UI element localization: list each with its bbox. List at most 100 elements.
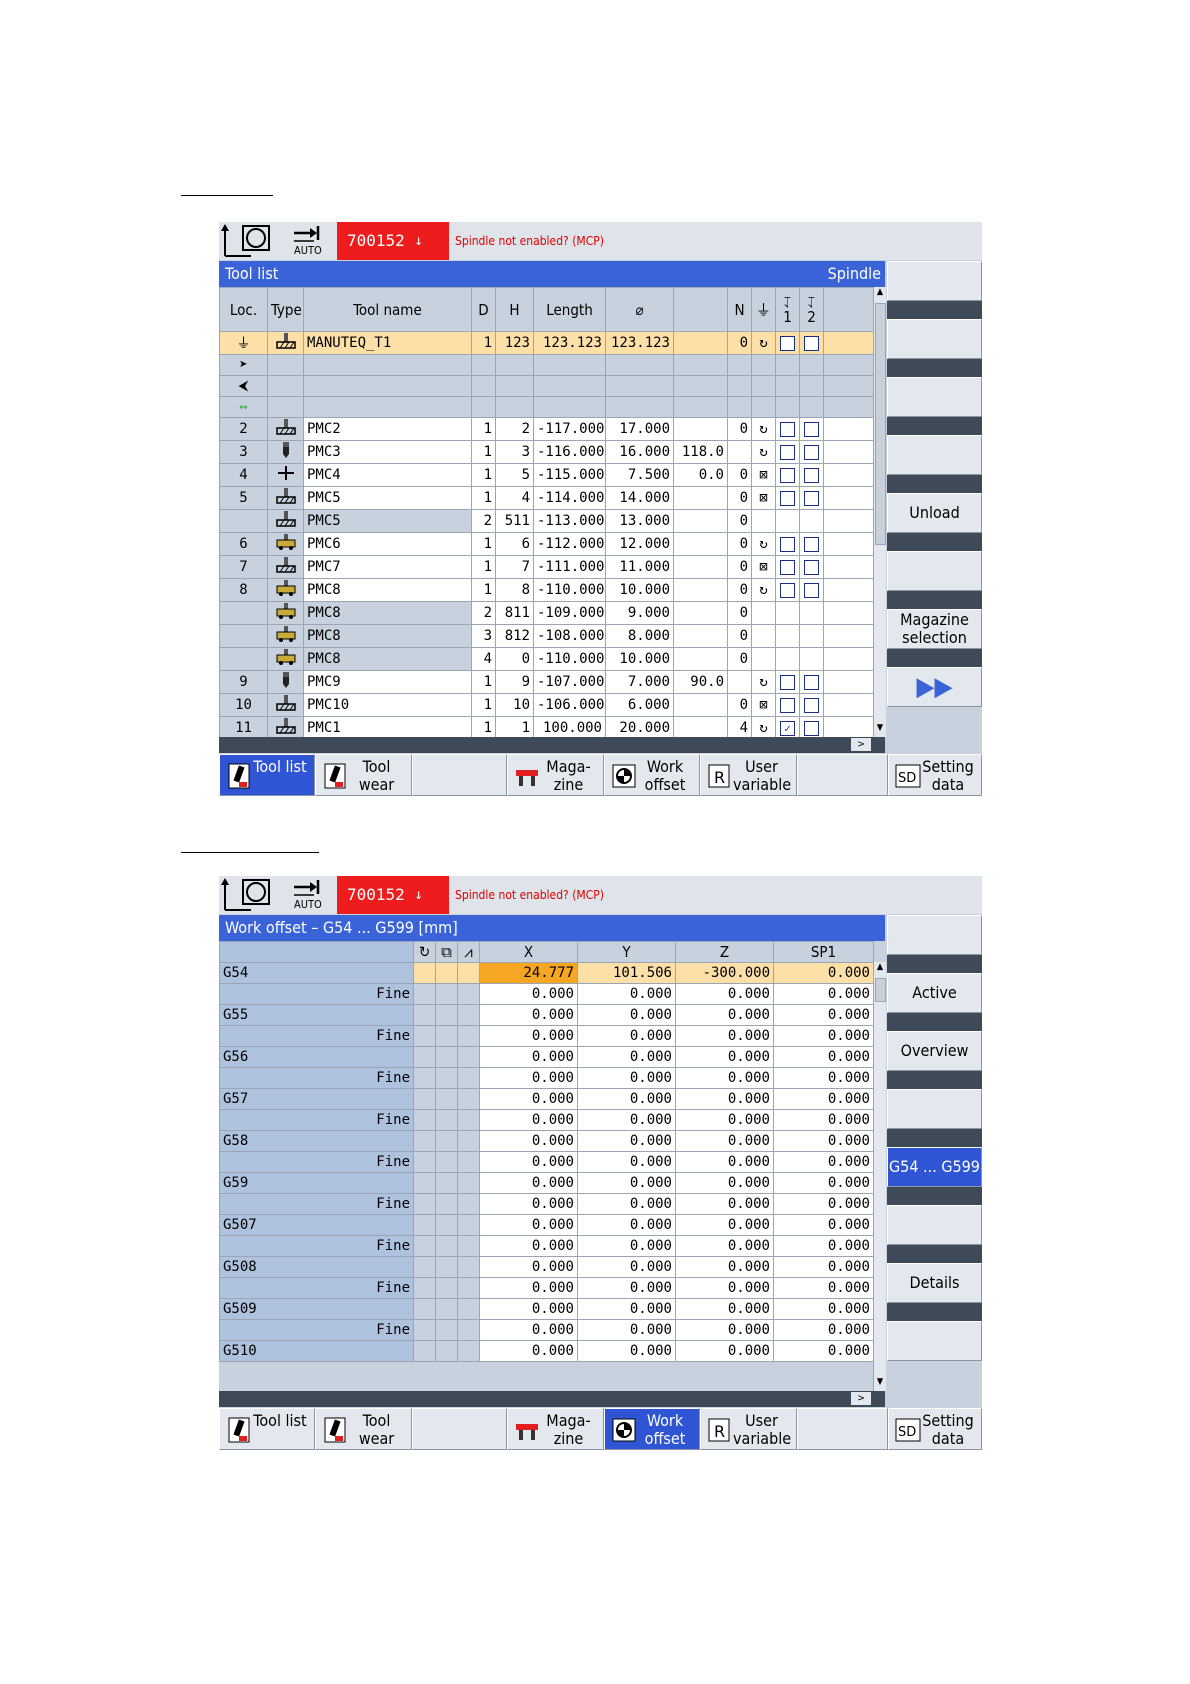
offset-row[interactable]: G56 0.000 0.000 0.000 0.000 [219, 1046, 874, 1068]
checkbox-2[interactable] [804, 674, 819, 690]
x-value[interactable]: 0.000 [479, 1277, 578, 1299]
horizontal-softkey-1[interactable]: Tool list [219, 754, 315, 796]
x-value[interactable]: 0.000 [479, 1319, 578, 1341]
y-value[interactable]: 0.000 [577, 1067, 676, 1089]
sp1-value[interactable]: 0.000 [773, 1067, 874, 1089]
tool-row[interactable]: 6 PMC6 1 6 -112.000 12.000 0 ↻ [219, 532, 874, 556]
work-offset-hscroll[interactable]: > [219, 1391, 885, 1407]
z-value[interactable]: 0.000 [675, 1130, 774, 1152]
y-value[interactable]: 0.000 [577, 1277, 676, 1299]
vertical-softkey-2[interactable] [887, 319, 982, 359]
sp1-value[interactable]: 0.000 [773, 1277, 874, 1299]
z-value[interactable]: 0.000 [675, 1109, 774, 1131]
z-value[interactable]: 0.000 [675, 1298, 774, 1320]
x-value[interactable]: 0.000 [479, 1214, 578, 1236]
sp1-value[interactable]: 0.000 [773, 1298, 874, 1320]
x-value[interactable]: 0.000 [479, 1130, 578, 1152]
checkbox-1[interactable] [780, 421, 795, 437]
horizontal-softkey-7[interactable] [797, 1408, 888, 1450]
y-value[interactable]: 0.000 [577, 1088, 676, 1110]
sp1-value[interactable]: 0.000 [773, 1151, 874, 1173]
checkbox-2[interactable] [804, 421, 819, 437]
x-value[interactable]: 0.000 [479, 983, 578, 1005]
y-value[interactable]: 0.000 [577, 1193, 676, 1215]
y-value[interactable]: 0.000 [577, 1151, 676, 1173]
z-value[interactable]: 0.000 [675, 1235, 774, 1257]
fine-row[interactable]: Fine 0.000 0.000 0.000 0.000 [219, 1319, 874, 1341]
checkbox-1[interactable] [780, 335, 795, 351]
tool-row[interactable]: 9 PMC9 1 9 -107.000 7.000 90.0 ↻ [219, 670, 874, 694]
sp1-value[interactable]: 0.000 [773, 1214, 874, 1236]
offset-row[interactable]: G510 0.000 0.000 0.000 0.000 [219, 1340, 874, 1362]
sp1-value[interactable]: 0.000 [773, 1046, 874, 1068]
y-value[interactable]: 0.000 [577, 1319, 676, 1341]
checkbox-1[interactable] [780, 444, 795, 460]
checkbox-1[interactable] [780, 559, 795, 575]
x-value[interactable]: 24.777 [479, 962, 578, 984]
checkbox-2[interactable] [804, 444, 819, 460]
horizontal-softkey-4[interactable]: Maga- zine [507, 1408, 604, 1450]
y-value[interactable]: 0.000 [577, 1109, 676, 1131]
y-value[interactable]: 0.000 [577, 1340, 676, 1362]
offset-row[interactable]: G54 24.777 101.506 -300.000 0.000 [219, 962, 874, 984]
offset-row[interactable]: G55 0.000 0.000 0.000 0.000 [219, 1004, 874, 1026]
z-value[interactable]: 0.000 [675, 1193, 774, 1215]
horizontal-softkey-6[interactable]: R User variable [700, 1408, 797, 1450]
x-value[interactable]: 0.000 [479, 1172, 578, 1194]
checkbox-1[interactable] [780, 536, 795, 552]
checkbox-1[interactable] [780, 697, 795, 713]
z-value[interactable]: 0.000 [675, 1004, 774, 1026]
fine-row[interactable]: Fine 0.000 0.000 0.000 0.000 [219, 1277, 874, 1299]
checkbox-1[interactable] [780, 674, 795, 690]
sp1-value[interactable]: 0.000 [773, 1319, 874, 1341]
tool-list-hscroll[interactable]: > [219, 737, 885, 753]
alarm-number-2[interactable]: 700152 ↓ [337, 876, 449, 914]
z-value[interactable]: 0.000 [675, 1340, 774, 1362]
z-value[interactable]: 0.000 [675, 1046, 774, 1068]
z-value[interactable]: 0.000 [675, 1025, 774, 1047]
sp1-value[interactable]: 0.000 [773, 1004, 874, 1026]
x-value[interactable]: 0.000 [479, 1025, 578, 1047]
tool-list-vscroll[interactable]: ▲ ▼ [873, 287, 886, 737]
y-value[interactable]: 0.000 [577, 1025, 676, 1047]
offset-row[interactable]: G508 0.000 0.000 0.000 0.000 [219, 1256, 874, 1278]
sp1-value[interactable]: 0.000 [773, 1109, 874, 1131]
vertical-softkey-4[interactable] [887, 1089, 982, 1129]
offset-row[interactable]: G58 0.000 0.000 0.000 0.000 [219, 1130, 874, 1152]
vertical-softkey-6[interactable] [887, 1205, 982, 1245]
horizontal-softkey-2[interactable]: Tool wear [315, 754, 412, 796]
tool-row[interactable]: 10 PMC10 1 10 -106.000 6.000 0 ⊠ [219, 693, 874, 717]
horizontal-softkey-8[interactable]: SD Setting data [888, 1408, 982, 1450]
z-value[interactable]: 0.000 [675, 1319, 774, 1341]
vscroll-thumb[interactable] [875, 303, 886, 545]
tool-row[interactable]: 7 PMC7 1 7 -111.000 11.000 0 ⊠ [219, 555, 874, 579]
x-value[interactable]: 0.000 [479, 1193, 578, 1215]
checkbox-2[interactable] [804, 490, 819, 506]
x-value[interactable]: 0.000 [479, 1298, 578, 1320]
y-value[interactable]: 101.506 [577, 962, 676, 984]
horizontal-softkey-6[interactable]: R User variable [700, 754, 797, 796]
vertical-softkey-8[interactable]: ▶▶ [887, 667, 982, 707]
tool-row[interactable]: 2 PMC2 1 2 -117.000 17.000 0 ↻ [219, 417, 874, 441]
horizontal-softkey-3[interactable] [412, 754, 507, 796]
horizontal-softkey-5[interactable]: Work offset [604, 1408, 700, 1450]
hscroll-right-icon[interactable]: > [851, 738, 871, 751]
work-offset-vscroll[interactable]: ▲ ▼ [873, 962, 886, 1391]
x-value[interactable]: 0.000 [479, 1235, 578, 1257]
vertical-softkey-8[interactable] [887, 1321, 982, 1361]
sp1-value[interactable]: 0.000 [773, 1340, 874, 1362]
checkbox-1[interactable] [780, 490, 795, 506]
z-value[interactable]: 0.000 [675, 1256, 774, 1278]
z-value[interactable]: 0.000 [675, 1151, 774, 1173]
vertical-softkey-7[interactable]: Magazine selection [887, 609, 982, 649]
tool-row[interactable]: ↔ [219, 396, 874, 418]
tool-row[interactable]: PMC8 4 0 -110.000 10.000 0 [219, 647, 874, 671]
vertical-softkey-4[interactable] [887, 435, 982, 475]
vertical-softkey-5[interactable]: G54 ... G599 [887, 1147, 982, 1187]
z-value[interactable]: 0.000 [675, 1277, 774, 1299]
tool-row[interactable]: PMC8 3 812 -108.000 8.000 0 [219, 624, 874, 648]
fine-row[interactable]: Fine 0.000 0.000 0.000 0.000 [219, 983, 874, 1005]
checkbox-2[interactable] [804, 720, 819, 736]
vscroll-down-icon[interactable]: ▼ [874, 1377, 886, 1391]
tool-row[interactable]: ⏚ MANUTEQ_T1 1 123 123.123 123.123 0 ↻ [219, 331, 874, 355]
